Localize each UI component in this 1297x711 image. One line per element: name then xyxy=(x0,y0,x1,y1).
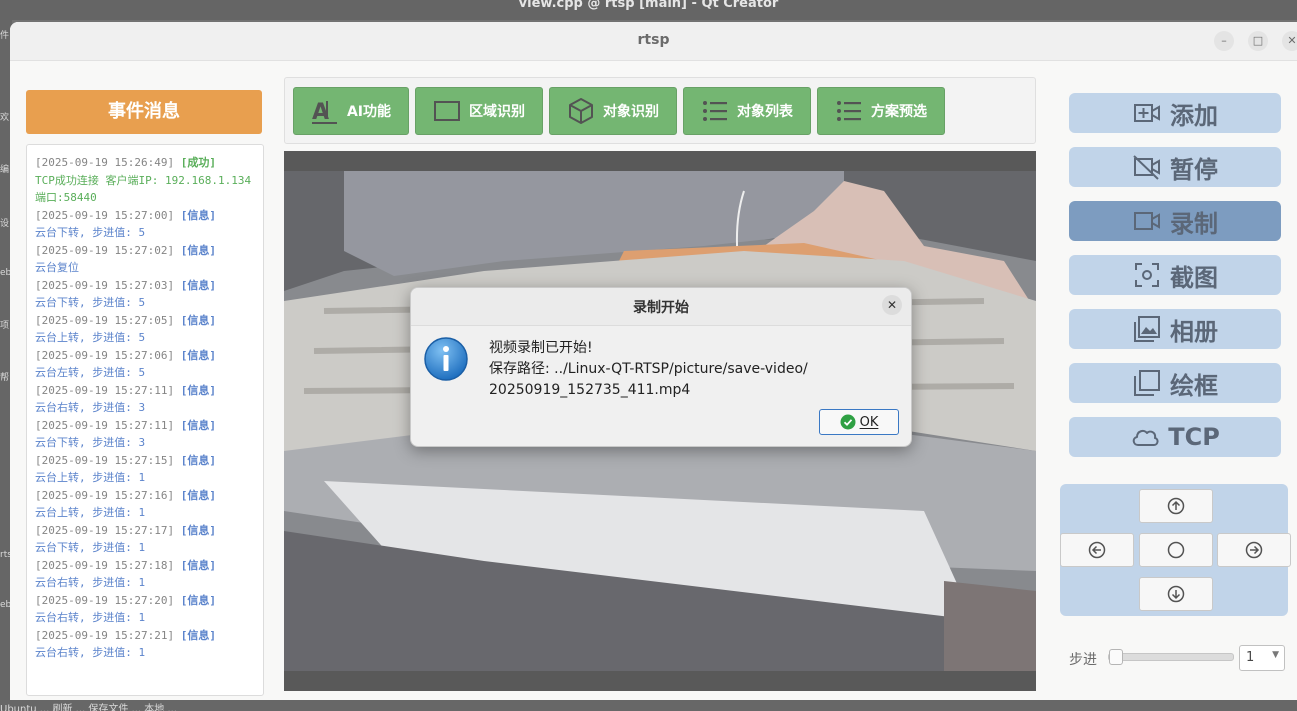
info-icon xyxy=(424,337,468,381)
dialog-ok-button[interactable]: OK xyxy=(819,409,899,435)
dialog-message: 视频录制已开始! 保存路径: ../Linux-QT-RTSP/picture/… xyxy=(489,338,808,401)
dialog-message-line: 20250919_152735_411.mp4 xyxy=(489,382,691,398)
recording-started-dialog: 录制开始 ✕ 视频录制已开始! 保存路径: ../Linux-QT-RTSP/p… xyxy=(410,287,912,447)
dialog-message-line: 保存路径: ../Linux-QT-RTSP/picture/save-vide… xyxy=(489,361,808,377)
dialog-ok-label: OK xyxy=(859,414,879,430)
dialog-titlebar: 录制开始 ✕ xyxy=(411,288,911,326)
dialog-close-button[interactable]: ✕ xyxy=(882,295,902,315)
check-icon xyxy=(840,414,856,430)
dialog-message-line: 视频录制已开始! xyxy=(489,340,593,356)
dialog-title: 录制开始 xyxy=(633,300,689,316)
